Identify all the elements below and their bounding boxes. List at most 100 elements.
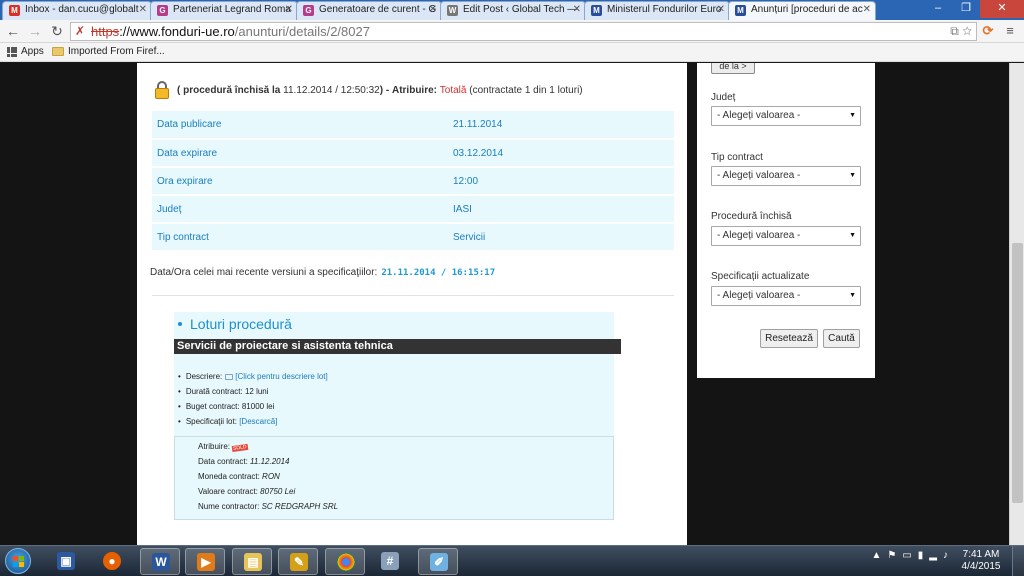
site-icon: G [303,5,314,16]
reload-icon[interactable]: ↻ [49,23,65,39]
tab-legrand[interactable]: G Parteneriat Legrand Roma ✕ [150,1,298,20]
closed-date: 11.12.2014 / 12:50:32 [283,84,380,96]
close-window-icon[interactable]: ✕ [980,0,1024,18]
tab-ministerul[interactable]: M Ministerul Fondurilor Euro ✕ [584,1,730,20]
taskbar-media[interactable]: ▶ [185,548,225,575]
site-icon: M [735,5,746,16]
taskbar-drawing[interactable]: ✐ [418,548,458,575]
bookmark-star-icon[interactable]: ☆ [962,24,972,38]
tab-edit-post[interactable]: W Edit Post ‹ Global Tech — ✕ [440,1,586,20]
menu-icon[interactable]: ≡ [1002,23,1018,39]
tab-close-icon[interactable]: ✕ [863,4,871,15]
folder-icon: ▤ [244,553,262,571]
address-bar[interactable]: ✗ https://www.fonduri-ue.ro/anunturi/det… [70,22,977,41]
descriere-link[interactable]: [Click pentru descriere lot] [235,372,327,381]
tab-generatoare[interactable]: G Generatoare de curent - G ✕ [296,1,442,20]
download-link[interactable]: [Descarcă] [239,417,277,426]
flag-icon[interactable]: ⚑ [887,550,896,561]
table-row: Data publicare 21.11.2014 [152,111,674,140]
tab-title: Anunțuri [proceduri de ac [751,4,863,15]
bookmark-apps[interactable]: Apps [7,46,44,57]
taskbar-explorer[interactable]: ▤ [232,548,272,575]
filter-label-procedura: Procedură închisă [711,211,792,222]
url-host: ://www.fonduri-ue.ro [119,24,235,39]
tab-close-icon[interactable]: ✕ [139,4,147,15]
procedura-select[interactable]: - Alegeți valoarea - ▼ [711,226,861,246]
reset-button[interactable]: Resetează [760,329,818,348]
tray-arrow-icon[interactable]: ▲ [871,550,881,561]
divider [152,295,674,296]
insecure-https-icon: ✗ [75,24,86,38]
battery-icon[interactable]: ▮ [918,550,924,561]
taskbar-calculator[interactable]: # [370,548,410,575]
detail-label: Tip contract [152,223,448,252]
system-clock[interactable]: 7:41 AM 4/4/2015 [956,549,1006,573]
display-icon[interactable]: ▭ [902,550,911,561]
tab-title: Parteneriat Legrand Roma [173,4,291,15]
maximize-icon[interactable]: ❐ [952,0,980,18]
windows-logo-icon [13,556,24,567]
tab-title: Edit Post ‹ Global Tech — [463,4,578,15]
back-icon[interactable]: ← [5,23,21,39]
specificatii-select[interactable]: - Alegeți valoarea - ▼ [711,286,861,306]
chevron-down-icon: ▼ [849,172,856,179]
table-row: Data expirare 03.12.2014 [152,139,674,168]
taskbar-paint[interactable]: ✎ [278,548,318,575]
volume-icon[interactable]: ♪ [943,550,948,561]
detail-label: Județ [152,195,448,224]
award-row: Valoare contract: 80750 Lei [198,487,295,496]
taskbar-save-app[interactable]: ▣ [46,548,86,575]
select-value: - Alegeți valoarea - [717,290,801,301]
award-box: Atribuire: SOLD Data contract: 11.12.2014… [174,436,614,520]
table-row: Tip contract Servicii [152,223,674,252]
detail-label: Data publicare [152,111,448,140]
omnibox-actions: ⧉ ☆ [950,23,972,40]
page-action-icon[interactable]: ⧉ [950,24,959,38]
word-icon: W [152,553,170,571]
chevron-down-icon: ▼ [849,112,856,119]
data-contract-value: 11.12.2014 [250,457,290,466]
page-scrollbar[interactable] [1009,63,1024,545]
site-icon: M [591,5,602,16]
tab-gmail[interactable]: M Inbox - dan.cucu@globalt ✕ [2,1,152,20]
forward-icon[interactable]: → [27,23,43,39]
list-item: Durată contract: 12 luni [178,384,328,399]
browser-toolbar: ← → ↻ ✗ https://www.fonduri-ue.ro/anuntu… [0,20,1024,43]
judet-select[interactable]: - Alegeți valoarea - ▼ [711,106,861,126]
tab-close-icon[interactable]: ✕ [717,4,725,15]
tab-anunturi[interactable]: M Anunțuri [proceduri de ac ✕ [728,1,876,20]
taskbar-word[interactable]: W [140,548,180,575]
buget-text: Buget contract: 81000 lei [185,402,275,411]
clock-date: 4/4/2015 [961,561,1001,572]
tab-close-icon[interactable]: ✕ [285,4,293,15]
minimize-icon[interactable]: – [924,0,952,18]
site-icon: G [157,5,168,16]
date-from-button[interactable]: de la > [711,63,755,74]
paint-icon: ✐ [430,553,448,571]
list-item: Specificaţii lot: [Descarcă] [178,414,328,429]
award-row: Moneda contract: RON [198,472,280,481]
descriere-label: Descriere: [185,372,223,381]
scrollbar-thumb[interactable] [1012,243,1023,503]
lot-name: Servicii de proiectare si asistenta tehn… [174,339,621,354]
bullet-icon [178,322,182,326]
tab-title: Inbox - dan.cucu@globalt [25,4,139,15]
detail-label: Data expirare [152,139,448,168]
window-controls: – ❐ ✕ [924,0,1024,18]
contractor-value: SC REDGRAPH SRL [261,502,339,511]
list-item: Descriere: [Click pentru descriere lot] [178,369,328,384]
search-button[interactable]: Caută [823,329,860,348]
start-button[interactable] [5,548,31,574]
tip-contract-select[interactable]: - Alegeți valoarea - ▼ [711,166,861,186]
extension-icon[interactable]: ⟳ [980,23,996,39]
taskbar-chrome[interactable] [325,548,365,575]
tab-close-icon[interactable]: ✕ [573,4,581,15]
status-prefix: ( procedură închisă la [177,84,281,96]
taskbar-firefox[interactable]: ● [92,548,132,575]
network-icon[interactable]: ▂ [929,550,937,561]
show-desktop-button[interactable] [1012,546,1024,576]
bookmarks-bar: Apps Imported From Firef... [0,43,1024,62]
main-content: ( procedură închisă la 11.12.2014 / 12:5… [137,63,687,545]
bookmark-imported-folder[interactable]: Imported From Firef... [52,46,165,57]
tab-close-icon[interactable]: ✕ [429,4,437,15]
